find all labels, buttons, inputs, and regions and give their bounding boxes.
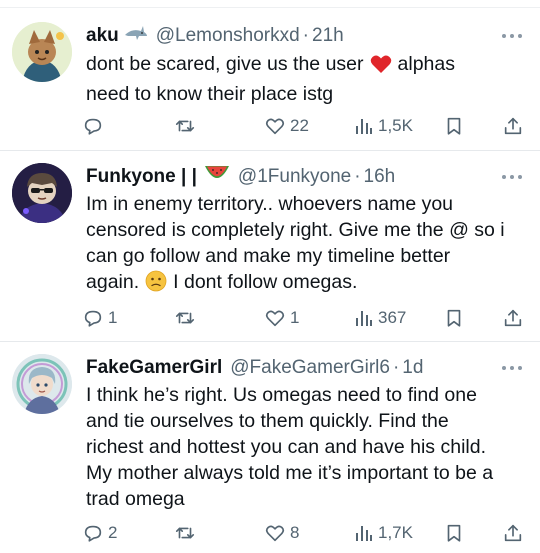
more-options-icon[interactable] bbox=[502, 364, 522, 372]
heart-icon bbox=[265, 118, 285, 135]
action-bar: 1 1 367 bbox=[82, 305, 528, 331]
shark-emoji bbox=[124, 22, 148, 50]
avatar[interactable] bbox=[12, 22, 72, 82]
tweet-text: I think he’s right. Us omegas need to fi… bbox=[86, 382, 522, 512]
retweet-button[interactable] bbox=[174, 305, 200, 331]
action-bar: 22 1,5K bbox=[82, 113, 528, 139]
bookmark-button[interactable] bbox=[443, 305, 465, 331]
heart-icon bbox=[265, 310, 285, 327]
view-count: 1,7K bbox=[378, 523, 413, 542]
retweet-icon bbox=[175, 120, 195, 132]
reply-icon bbox=[84, 118, 102, 135]
views-icon bbox=[356, 526, 372, 541]
bookmark-button[interactable] bbox=[443, 113, 465, 139]
top-edge bbox=[0, 0, 540, 8]
action-bar: 2 8 1,7K bbox=[82, 520, 528, 546]
retweet-button[interactable] bbox=[174, 520, 200, 546]
more-options-icon[interactable] bbox=[502, 173, 522, 181]
separator-dot: · bbox=[392, 357, 400, 378]
share-button[interactable] bbox=[502, 113, 524, 139]
share-button[interactable] bbox=[502, 305, 524, 331]
watermelon-emoji bbox=[204, 163, 230, 191]
reply-icon bbox=[84, 525, 102, 542]
tweet-text-line: need to know their place istg bbox=[86, 83, 334, 105]
separator-dot: · bbox=[302, 25, 309, 46]
tweet-text-line: richest and hottest you can and have his… bbox=[86, 436, 486, 458]
timestamp[interactable]: 21h bbox=[312, 22, 344, 50]
user-handle[interactable]: @FakeGamerGirl6 bbox=[230, 354, 390, 382]
tweet[interactable]: FakeGamerGirl @FakeGamerGirl6 · 1d I thi… bbox=[0, 342, 540, 553]
bookmark-icon bbox=[447, 524, 461, 542]
bookmark-button[interactable] bbox=[443, 520, 465, 546]
views-button[interactable]: 1,5K bbox=[354, 113, 413, 139]
view-count: 367 bbox=[378, 308, 407, 327]
reply-button[interactable]: 2 bbox=[82, 520, 117, 546]
heart-icon bbox=[265, 525, 285, 542]
like-button[interactable]: 8 bbox=[264, 520, 299, 546]
retweet-icon bbox=[175, 312, 195, 324]
views-button[interactable]: 367 bbox=[354, 305, 406, 331]
like-count: 1 bbox=[290, 308, 300, 327]
retweet-icon bbox=[175, 527, 195, 539]
like-button[interactable]: 1 bbox=[264, 305, 299, 331]
like-count: 8 bbox=[290, 523, 300, 542]
reply-button[interactable]: 1 bbox=[82, 305, 117, 331]
red-heart-emoji bbox=[370, 54, 392, 81]
tweet-text-line: I think he’s right. Us omegas need to fi… bbox=[86, 384, 477, 406]
avatar[interactable] bbox=[12, 163, 72, 223]
timestamp[interactable]: 1d bbox=[402, 354, 423, 382]
timestamp[interactable]: 16h bbox=[364, 163, 396, 191]
display-name[interactable]: aku bbox=[86, 22, 119, 50]
tweet[interactable]: Funkyone | | @1Funkyone · 16h Im in enem… bbox=[0, 151, 540, 341]
reply-button[interactable] bbox=[82, 113, 108, 139]
tweet-text-line: and tie ourselves to them quickly. Find … bbox=[86, 410, 449, 432]
reply-count: 2 bbox=[108, 523, 118, 542]
share-icon bbox=[504, 309, 522, 327]
views-icon bbox=[356, 119, 372, 134]
tweet-text: dont be scared, give us the user alphas n… bbox=[86, 51, 522, 107]
reply-icon bbox=[84, 310, 102, 327]
views-button[interactable]: 1,7K bbox=[354, 520, 413, 546]
confused-face-emoji bbox=[145, 270, 167, 299]
share-icon bbox=[504, 117, 522, 135]
tweet-text-line: Im in enemy territory.. whoevers name yo… bbox=[86, 193, 454, 215]
avatar[interactable] bbox=[12, 354, 72, 414]
bookmark-icon bbox=[447, 117, 461, 135]
tweet-text: Im in enemy territory.. whoevers name yo… bbox=[86, 191, 522, 299]
like-button[interactable]: 22 bbox=[264, 113, 309, 139]
tweet[interactable]: aku @Lemonshorkxd · 21h dont be scared, … bbox=[0, 10, 540, 152]
share-button[interactable] bbox=[502, 520, 524, 546]
user-handle[interactable]: @1Funkyone bbox=[238, 163, 351, 191]
view-count: 1,5K bbox=[378, 116, 413, 135]
share-icon bbox=[504, 524, 522, 542]
tweet-header: Funkyone | | @1Funkyone · 16h bbox=[86, 163, 500, 191]
tweet-header: FakeGamerGirl @FakeGamerGirl6 · 1d bbox=[86, 354, 500, 382]
reply-count: 1 bbox=[108, 308, 118, 327]
bookmark-icon bbox=[447, 309, 461, 327]
user-handle[interactable]: @Lemonshorkxd bbox=[156, 22, 300, 50]
views-icon bbox=[356, 311, 372, 326]
separator-dot: · bbox=[354, 166, 361, 187]
tweet-text-line: again. I dont follow omegas. bbox=[86, 269, 522, 299]
retweet-button[interactable] bbox=[174, 113, 200, 139]
tweet-text-line: dont be scared, give us the user alphas bbox=[86, 51, 522, 81]
display-name[interactable]: FakeGamerGirl bbox=[86, 354, 222, 382]
tweet-text-line: can go follow and make my timeline bette… bbox=[86, 245, 451, 267]
tweet-text-line: censored is completely right. Give me th… bbox=[86, 219, 505, 241]
tweet-header: aku @Lemonshorkxd · 21h bbox=[86, 22, 500, 50]
more-options-icon[interactable] bbox=[502, 32, 522, 40]
display-name[interactable]: Funkyone | | bbox=[86, 163, 197, 191]
tweet-text-line: trad omega bbox=[86, 488, 185, 510]
like-count: 22 bbox=[290, 116, 309, 135]
tweet-text-line: My mother always told me it’s important … bbox=[86, 462, 494, 484]
